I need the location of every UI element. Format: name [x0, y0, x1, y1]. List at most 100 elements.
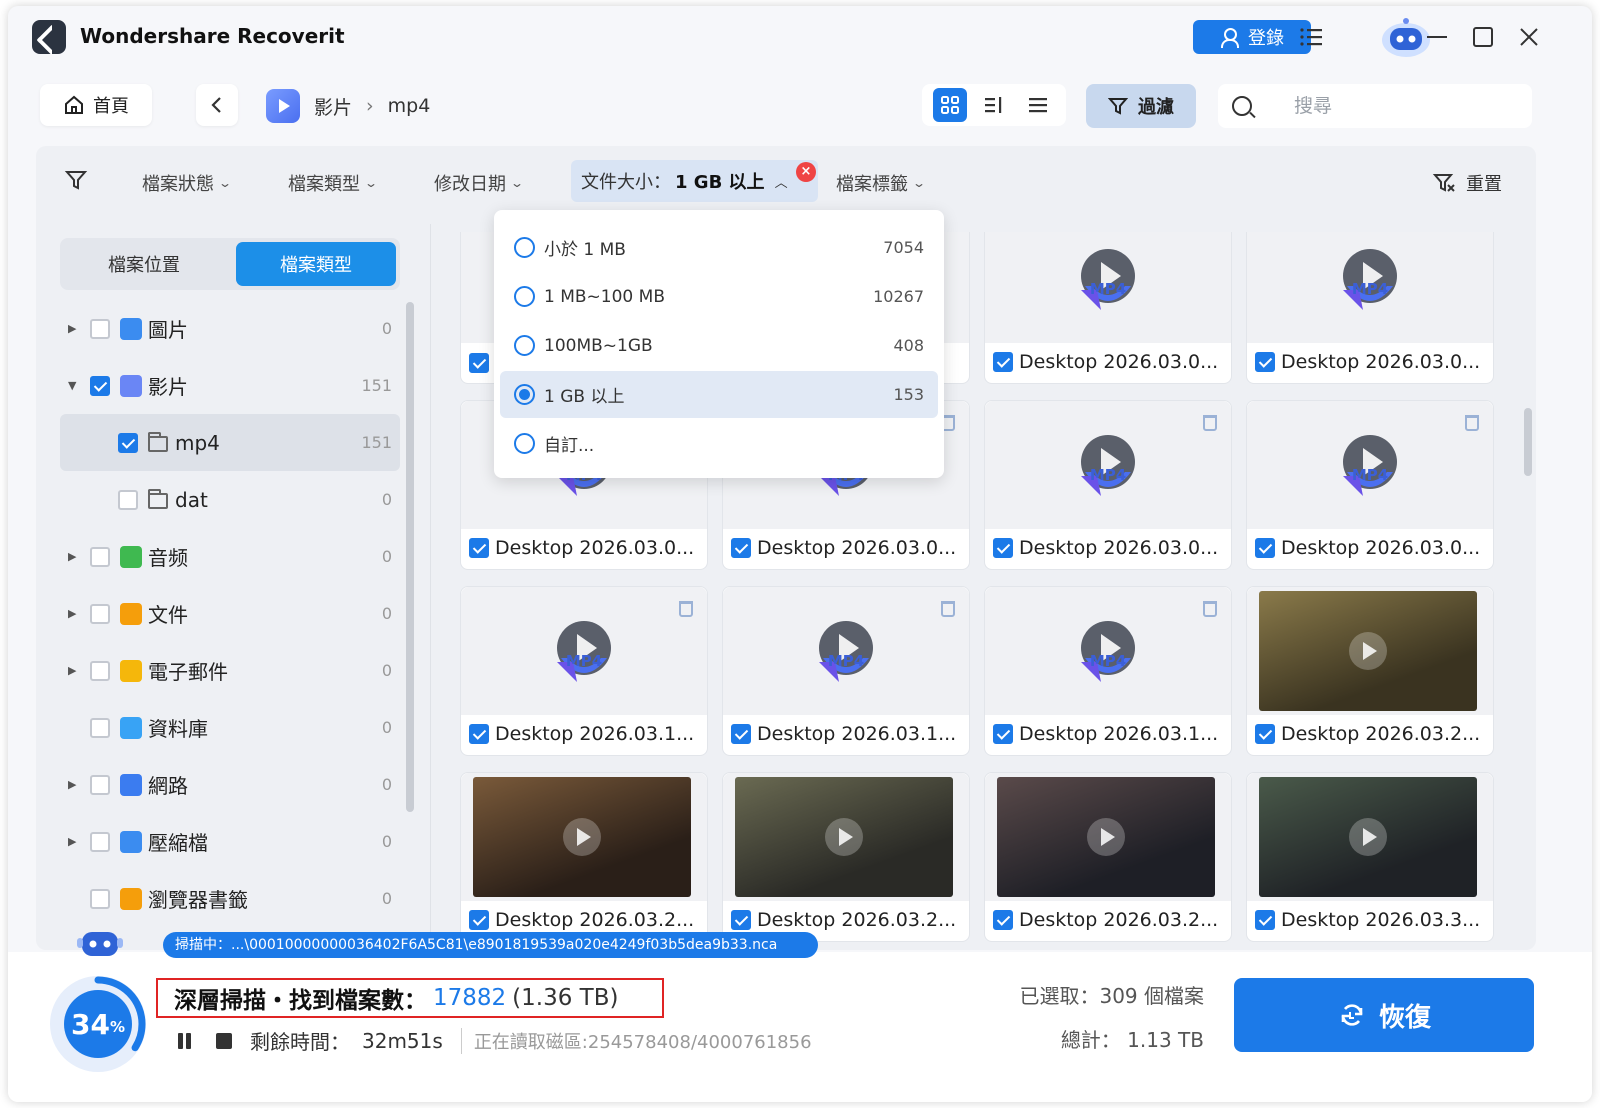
tab-file-location[interactable]: 檔案位置 [64, 242, 224, 286]
radio-button[interactable] [514, 433, 535, 454]
tree-checkbox[interactable] [90, 375, 110, 396]
sidebar-item-folder[interactable]: mp4 151 [60, 414, 400, 471]
file-card[interactable]: Desktop 2026.03.3... [1246, 772, 1494, 942]
file-checkbox[interactable] [1255, 724, 1275, 744]
recover-button[interactable]: 恢復 [1234, 978, 1534, 1052]
sidebar-item-document[interactable]: ▶ 文件 0 [60, 585, 400, 642]
maximize-icon[interactable] [1470, 24, 1496, 50]
tree-checkbox[interactable] [90, 318, 110, 339]
grid-scrollbar[interactable] [1524, 408, 1532, 476]
size-option[interactable]: 1 GB 以上 153 [500, 371, 938, 418]
sidebar-item-bookmark[interactable]: 瀏覽器書籤 0 [60, 870, 400, 927]
tree-checkbox[interactable] [90, 831, 110, 852]
radio-button[interactable] [514, 237, 535, 258]
sidebar-item-archive[interactable]: ▶ 壓縮檔 0 [60, 813, 400, 870]
home-icon [65, 95, 83, 114]
file-card[interactable]: MP4 Desktop 2026.03.1... [722, 586, 970, 756]
file-checkbox[interactable] [1255, 352, 1275, 372]
size-option[interactable]: 自訂... [500, 420, 938, 467]
clear-size-filter-icon[interactable]: × [796, 162, 816, 182]
stop-icon[interactable] [216, 1032, 232, 1049]
radio-button[interactable] [514, 384, 535, 405]
file-card[interactable]: Desktop 2026.03.2... [722, 772, 970, 942]
file-checkbox[interactable] [469, 724, 489, 744]
tree-checkbox[interactable] [90, 603, 110, 624]
file-checkbox[interactable] [731, 910, 751, 930]
file-type-filter[interactable]: 檔案類型 ⌄ [288, 170, 378, 196]
expand-arrow-icon[interactable]: ▶ [68, 835, 76, 848]
file-card[interactable]: MP4 Desktop 2026.03.1... [460, 586, 708, 756]
tree-checkbox[interactable] [118, 489, 138, 510]
tree-checkbox[interactable] [118, 432, 138, 453]
selected-count: 已選取：309 個檔案 [1019, 984, 1204, 1008]
file-checkbox[interactable] [469, 353, 489, 373]
sidebar-item-folder[interactable]: dat 0 [60, 471, 400, 528]
menu-list-icon[interactable] [1298, 24, 1324, 50]
file-thumbnail: MP4 [461, 587, 707, 715]
file-checkbox[interactable] [993, 538, 1013, 558]
sidebar-item-image[interactable]: ▶ 圖片 0 [60, 300, 400, 357]
tree-checkbox[interactable] [90, 546, 110, 567]
breadcrumb-item-mp4[interactable]: mp4 [388, 95, 431, 117]
size-option[interactable]: 1 MB~100 MB 10267 [500, 273, 938, 320]
file-checkbox[interactable] [731, 724, 751, 744]
expand-arrow-icon[interactable]: ▶ [68, 550, 76, 563]
pause-icon[interactable] [176, 1032, 194, 1050]
expand-arrow-icon[interactable]: ▶ [68, 322, 76, 335]
sidebar-item-web[interactable]: ▶ 網路 0 [60, 756, 400, 813]
file-checkbox[interactable] [469, 910, 489, 930]
radio-button[interactable] [514, 286, 535, 307]
collapse-arrow-icon[interactable]: ▼ [68, 379, 76, 392]
tree-checkbox[interactable] [90, 717, 110, 738]
remaining-label: 剩餘時間： [250, 1030, 350, 1054]
expand-arrow-icon[interactable]: ▶ [68, 778, 76, 791]
detail-view-button[interactable] [977, 88, 1011, 122]
file-checkbox[interactable] [1255, 538, 1275, 558]
search-input[interactable] [1294, 95, 1514, 117]
file-card[interactable]: MP4 Desktop 2026.03.0... [1246, 232, 1494, 384]
minimize-icon[interactable] [1424, 24, 1450, 50]
size-option[interactable]: 小於 1 MB 7054 [500, 224, 938, 271]
file-tag-filter[interactable]: 檔案標籤 ⌄ [836, 170, 926, 196]
file-checkbox[interactable] [993, 910, 1013, 930]
sidebar-scrollbar[interactable] [406, 302, 414, 812]
file-checkbox[interactable] [731, 538, 751, 558]
tree-checkbox[interactable] [90, 660, 110, 681]
sidebar-item-email[interactable]: ▶ 電子郵件 0 [60, 642, 400, 699]
size-option-count: 10267 [873, 287, 924, 306]
file-checkbox[interactable] [469, 538, 489, 558]
file-card[interactable]: MP4 Desktop 2026.03.1... [984, 586, 1232, 756]
grid-view-button[interactable] [933, 88, 967, 122]
tree-item-label: 影片 [148, 375, 188, 399]
size-option[interactable]: 100MB~1GB 408 [500, 322, 938, 369]
tree-checkbox[interactable] [90, 774, 110, 795]
file-card[interactable]: MP4 Desktop 2026.03.0... [1246, 400, 1494, 570]
login-button[interactable]: 登錄 [1193, 20, 1311, 54]
file-checkbox[interactable] [993, 352, 1013, 372]
filter-button[interactable]: 過濾 [1086, 84, 1196, 128]
modified-date-filter[interactable]: 修改日期 ⌄ [434, 170, 524, 196]
reset-filters-button[interactable]: 重置 [1432, 170, 1502, 196]
file-card[interactable]: Desktop 2026.03.2... [460, 772, 708, 942]
file-card[interactable]: MP4 Desktop 2026.03.0... [984, 400, 1232, 570]
close-icon[interactable] [1516, 24, 1542, 50]
file-status-filter[interactable]: 檔案狀態 ⌄ [142, 170, 232, 196]
list-view-button[interactable] [1021, 88, 1055, 122]
file-checkbox[interactable] [1255, 910, 1275, 930]
expand-arrow-icon[interactable]: ▶ [68, 664, 76, 677]
file-card[interactable]: MP4 Desktop 2026.03.0... [984, 232, 1232, 384]
file-size-filter[interactable]: 文件大小： 1 GB 以上 ︿ [571, 160, 818, 202]
file-card[interactable]: Desktop 2026.03.2... [1246, 586, 1494, 756]
tree-checkbox[interactable] [90, 888, 110, 909]
breadcrumb-item-video[interactable]: 影片 [314, 93, 352, 120]
sidebar-item-audio[interactable]: ▶ 音频 0 [60, 528, 400, 585]
file-checkbox[interactable] [993, 724, 1013, 744]
file-card[interactable]: Desktop 2026.03.2... [984, 772, 1232, 942]
back-button[interactable] [196, 84, 238, 126]
sidebar-item-video[interactable]: ▼ 影片 151 [60, 357, 400, 414]
sidebar-item-database[interactable]: 資料庫 0 [60, 699, 400, 756]
expand-arrow-icon[interactable]: ▶ [68, 607, 76, 620]
radio-button[interactable] [514, 335, 535, 356]
tab-file-type[interactable]: 檔案類型 [236, 242, 396, 286]
home-button[interactable]: 首頁 [40, 84, 152, 126]
